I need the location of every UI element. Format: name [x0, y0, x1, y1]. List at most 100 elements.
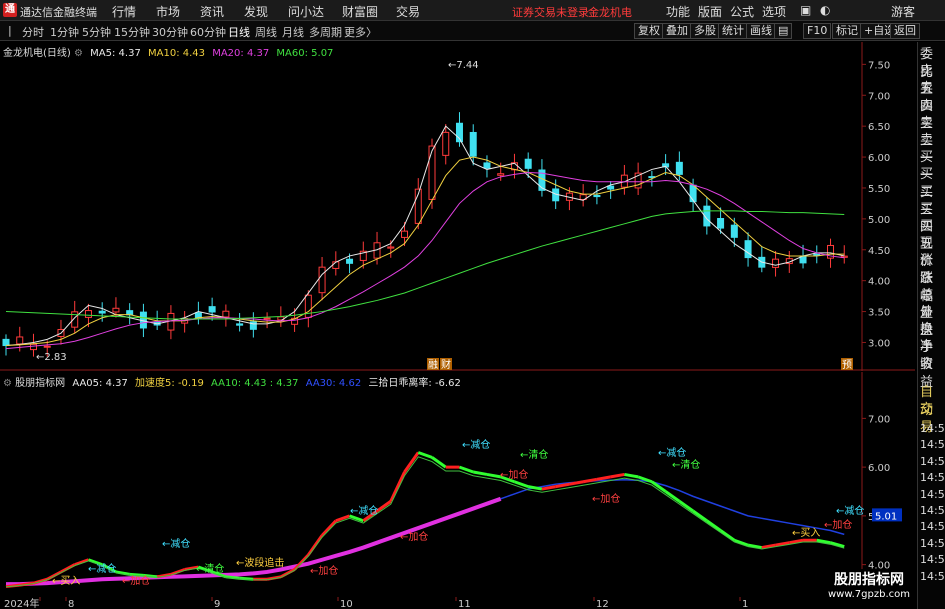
price-tick-label: 5.00: [868, 215, 890, 226]
indicator-chart[interactable]: 4.005.006.007.005.01←减仓←减仓←减仓←减仓←减仓←减仓←清…: [0, 372, 915, 597]
aa05-segment: [486, 472, 501, 479]
menu-assistant[interactable]: 问小达: [288, 3, 324, 20]
multi-stock-button[interactable]: 多股: [690, 23, 720, 39]
indicator-tick-label: 6.00: [868, 463, 890, 474]
menu-function[interactable]: 功能: [666, 3, 690, 20]
period-60min[interactable]: 60分钟: [190, 24, 226, 40]
signal-label: ←减仓: [88, 562, 116, 575]
ma10-label: MA10: 4.43: [148, 48, 206, 59]
candle-body: [689, 184, 697, 203]
app-logo-icon: 通: [3, 3, 17, 17]
date-label: 2024年: [4, 597, 39, 609]
price-tick-label: 6.50: [868, 122, 890, 133]
stock-name: 金龙机电(日线): [3, 48, 71, 59]
menu-icon[interactable]: ▣: [800, 3, 811, 17]
event-marker-label: 融: [428, 359, 438, 371]
tick-time: 14:56: [920, 487, 945, 501]
menu-market[interactable]: 市场: [156, 3, 180, 20]
indicator-tick-label: 7.00: [868, 414, 890, 425]
aa05-segment: [431, 456, 447, 469]
candle-body: [263, 317, 271, 320]
candlestick-chart[interactable]: 3.00 3.50 4.00 4.50 5.00 5.50 6.00 6.50 7.00 7.50…: [0, 42, 915, 371]
candle-body: [717, 218, 725, 229]
aa05-segment: [389, 471, 406, 502]
ma60-label: MA60: 5.07: [276, 48, 334, 59]
menu-layout[interactable]: 版面: [698, 3, 722, 20]
aa05-segment: [170, 568, 186, 576]
indicator-accel: 加速度5: -0.19: [135, 378, 204, 389]
back-button[interactable]: 返回: [890, 23, 920, 39]
tick-time: 14:56: [920, 422, 945, 435]
date-label: 10: [340, 599, 353, 609]
signal-label: ←加仓: [400, 530, 428, 543]
skin-icon[interactable]: ◐: [820, 3, 830, 17]
tick-time: 14:56: [920, 454, 945, 468]
candle-body: [469, 131, 477, 157]
guest-user[interactable]: 游客: [891, 3, 915, 20]
indicator-legend: ⚙ 股朋指标网 AA05: 4.37 加速度5: -0.19 AA10: 4.4…: [3, 374, 461, 389]
app-name: 通达信金融终端: [20, 6, 97, 19]
candle-body: [16, 336, 24, 345]
menu-quotes[interactable]: 行情: [112, 3, 136, 20]
watermark-title: 股朋指标网: [834, 572, 904, 588]
candle-body: [98, 310, 106, 314]
period-1min[interactable]: 1分钟: [50, 24, 79, 40]
settings-icon[interactable]: ⚙: [74, 48, 83, 59]
period-15min[interactable]: 15分钟: [114, 24, 150, 40]
adjust-button[interactable]: 复权: [634, 23, 664, 39]
candlestick-svg[interactable]: 3.00 3.50 4.00 4.50 5.00 5.50 6.00 6.50 7.00 7.50…: [0, 42, 915, 371]
signal-label: ←加仓: [500, 468, 528, 481]
period-5min[interactable]: 5分钟: [82, 24, 111, 40]
f10-button[interactable]: F10: [803, 23, 832, 39]
candle-body: [112, 307, 120, 313]
menu-discover[interactable]: 发现: [244, 3, 268, 20]
signal-label: ←买入: [792, 527, 820, 539]
candle-body: [524, 158, 532, 169]
menu-options[interactable]: 选项: [762, 3, 786, 20]
aa05-segment: [610, 472, 625, 479]
login-notice[interactable]: 证券交易未登录: [512, 4, 589, 20]
signal-label: ←减仓: [350, 504, 378, 517]
period-monthly[interactable]: 月线: [282, 24, 304, 40]
candle-body: [813, 253, 821, 256]
candle-body: [744, 240, 752, 259]
high-price-label: ←7.44: [448, 60, 479, 71]
period-daily[interactable]: 日线: [228, 24, 250, 40]
period-more[interactable]: 更多〉: [344, 24, 377, 40]
candle-body: [346, 258, 354, 264]
stats-icon[interactable]: ▤: [774, 23, 793, 39]
candle-body: [318, 266, 326, 294]
menu-wealth[interactable]: 财富圈: [342, 3, 378, 20]
stats-button[interactable]: 统计: [718, 23, 748, 39]
period-intraday[interactable]: 分时: [22, 24, 44, 40]
mark-button[interactable]: 标记: [832, 23, 862, 39]
indicator-svg[interactable]: 4.005.006.007.005.01←减仓←减仓←减仓←减仓←减仓←减仓←清…: [0, 372, 915, 597]
draw-line-button[interactable]: 画线: [746, 23, 776, 39]
aa05-segment: [624, 472, 639, 479]
overlay-button[interactable]: 叠加: [662, 23, 692, 39]
menu-trade[interactable]: 交易: [396, 3, 420, 20]
signal-label: ←加仓: [824, 518, 852, 531]
settings-icon[interactable]: ⚙: [3, 378, 12, 389]
candle-body: [593, 194, 601, 198]
menu-formula[interactable]: 公式: [730, 3, 754, 20]
candle-body: [208, 306, 216, 313]
indicator-aa10: AA10: 4.43 : 4.37: [211, 378, 299, 389]
price-tick-label: 4.50: [868, 246, 890, 257]
date-label: 1: [742, 599, 748, 609]
signal-label: ←加仓: [310, 564, 338, 577]
low-price-label: ←2.83: [36, 352, 67, 363]
indicator-bias: 三拾日乖离率: -6.62: [368, 378, 461, 389]
date-axis: 2024年 8 9 10 11 12 1: [4, 597, 748, 609]
candle-body: [497, 173, 505, 176]
aa05-segment: [417, 451, 433, 459]
period-weekly[interactable]: 周线: [255, 24, 277, 40]
signal-label: ←减仓: [836, 504, 864, 517]
candle-body: [332, 261, 340, 269]
period-30min[interactable]: 30分钟: [152, 24, 188, 40]
stock-title: 金龙机电: [588, 6, 632, 19]
candle-body: [772, 258, 780, 268]
period-multi[interactable]: 多周期: [309, 24, 342, 40]
menu-news[interactable]: 资讯: [200, 3, 224, 20]
event-marker-label: 财: [441, 358, 451, 371]
